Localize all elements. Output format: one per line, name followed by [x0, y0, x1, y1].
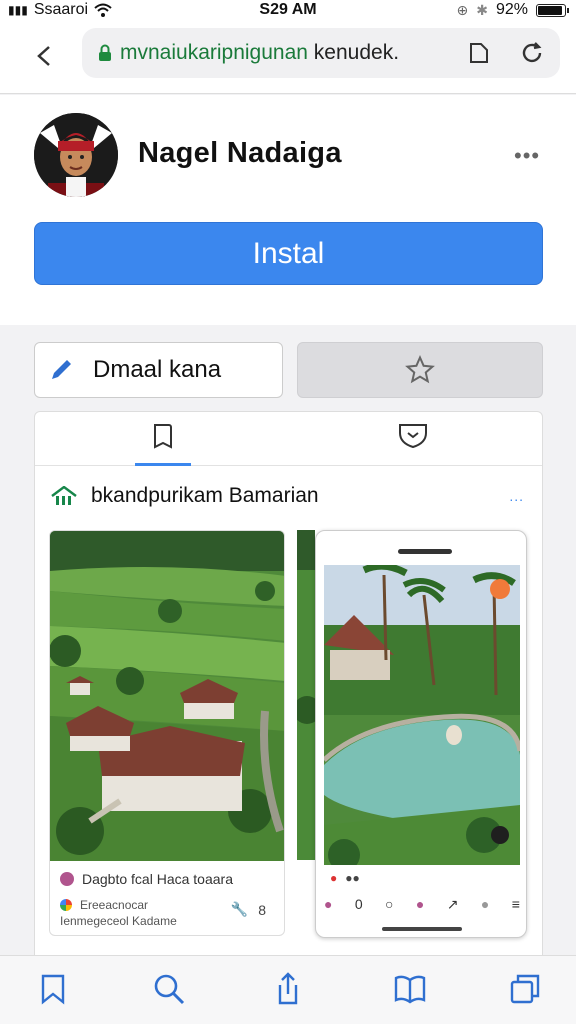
book-icon: [154, 424, 172, 449]
url-rest: kenudek.: [307, 41, 400, 64]
app-root: ▮▮▮ Ssaaroi S29 AM ⊕ ✱ 92% mvnaiukaripni…: [0, 0, 576, 1024]
url-domain: mvnaiukaripnigunan: [120, 41, 308, 64]
address-bar[interactable]: mvnaiukaripnigunan kenudek.: [82, 28, 560, 78]
screenshot-1-subcaption: Ereeacnocar Ienmegeceol Kadame: [60, 897, 177, 929]
house-icon: [51, 486, 77, 505]
url-text: mvnaiukaripnigunan kenudek.: [120, 41, 399, 65]
shield-icon: [399, 424, 427, 449]
phone-icons-row: ● ●●: [330, 871, 360, 885]
status-bar: ▮▮▮ Ssaaroi S29 AM ⊕ ✱ 92%: [0, 0, 576, 22]
tab-underline: [135, 463, 191, 466]
avatar: [34, 113, 118, 197]
section-title: bkandpurikam Bamarian: [91, 484, 319, 507]
phone-home-bar: [382, 927, 462, 931]
bluetooth-icon: ✱: [476, 1, 488, 18]
heart-icon: ●: [330, 871, 338, 885]
back-button[interactable]: [28, 40, 60, 72]
more-options-button[interactable]: •••: [514, 143, 540, 169]
lock-icon: [99, 44, 111, 61]
location-icon: ⊕: [456, 1, 469, 18]
screenshot-1-caption: Dagbto fcal Haca toaara: [60, 871, 233, 887]
app-badge-icon: [60, 872, 74, 886]
phone-mockup: ● ●● ● 0 ○ ● ↗ ● ≡: [315, 530, 527, 938]
reload-icon[interactable]: [518, 39, 546, 67]
screenshot-1-count: 8: [258, 901, 266, 918]
screenshot-2[interactable]: ● ●● ● 0 ○ ● ↗ ● ≡: [297, 530, 542, 942]
search-icon[interactable]: [152, 972, 186, 1006]
tab-overview[interactable]: [133, 422, 193, 456]
write-review-button[interactable]: Dmaal kana: [34, 342, 283, 398]
wrench-icon: 🔧: [230, 901, 249, 917]
phone-status: [316, 537, 526, 549]
share-icon[interactable]: [271, 972, 305, 1006]
tab-bar: [35, 412, 542, 466]
tabs-icon[interactable]: [508, 972, 542, 1006]
chevron-left-icon: [37, 46, 50, 66]
battery-percent: 92%: [495, 1, 528, 18]
browser-bar: mvnaiukaripnigunan kenudek.: [0, 22, 576, 94]
write-review-label: Dmaal kana: [93, 356, 222, 383]
action-row: Dmaal kana: [34, 342, 543, 398]
battery-icon: [536, 3, 569, 17]
phone-notch: [398, 549, 452, 554]
bookmark-icon[interactable]: [468, 40, 490, 64]
menu-icon: ≡: [511, 896, 520, 912]
screenshot-1-caption-text: Dagbto fcal Haca toaara: [82, 871, 233, 887]
favorite-button[interactable]: [297, 342, 543, 398]
install-button[interactable]: Instal: [34, 222, 543, 285]
section-header: bkandpurikam Bamarian: [51, 484, 319, 508]
number-icon: 0: [354, 896, 363, 912]
app-details-card: bkandpurikam Bamarian ... Dagbto fcal Ha…: [34, 411, 543, 971]
status-right: ⊕ ✱ 92%: [456, 1, 569, 19]
tab-reviews[interactable]: [383, 422, 443, 456]
app-header: Nagel Nadaiga ••• Instal: [0, 95, 576, 325]
record-icon: ●: [324, 896, 333, 912]
bookmark-back-icon[interactable]: [36, 972, 70, 1006]
resort-pool-image: [324, 565, 520, 865]
subcaption-line-2: Ienmegeceol Kadame: [60, 914, 177, 928]
share-small-icon: ↗: [446, 896, 459, 912]
sliver-image: [297, 530, 315, 860]
rice-terrace-image: [50, 531, 284, 861]
dot-icon: ●●: [345, 871, 360, 885]
phone-bottom-icons: ● 0 ○ ● ↗ ● ≡: [324, 896, 520, 913]
pencil-icon: [52, 360, 71, 379]
screenshot-1[interactable]: Dagbto fcal Haca toaara Ereeacnocar Ienm…: [49, 530, 285, 936]
star-icon: [405, 355, 435, 384]
app-title: Nagel Nadaiga: [138, 137, 342, 169]
browser-toolbar: [0, 955, 576, 1024]
pin-icon: ●: [415, 896, 425, 912]
dot-small-icon: ●: [480, 896, 490, 912]
google-icon: [60, 899, 72, 911]
section-more-link[interactable]: ...: [509, 488, 524, 504]
circle-icon: ○: [385, 896, 394, 912]
subcaption-line-1: Ereeacnocar: [80, 898, 149, 912]
book-open-icon[interactable]: [393, 972, 427, 1006]
screenshot-1-meta: 🔧 8: [231, 901, 266, 918]
avatar-image: [34, 113, 118, 197]
